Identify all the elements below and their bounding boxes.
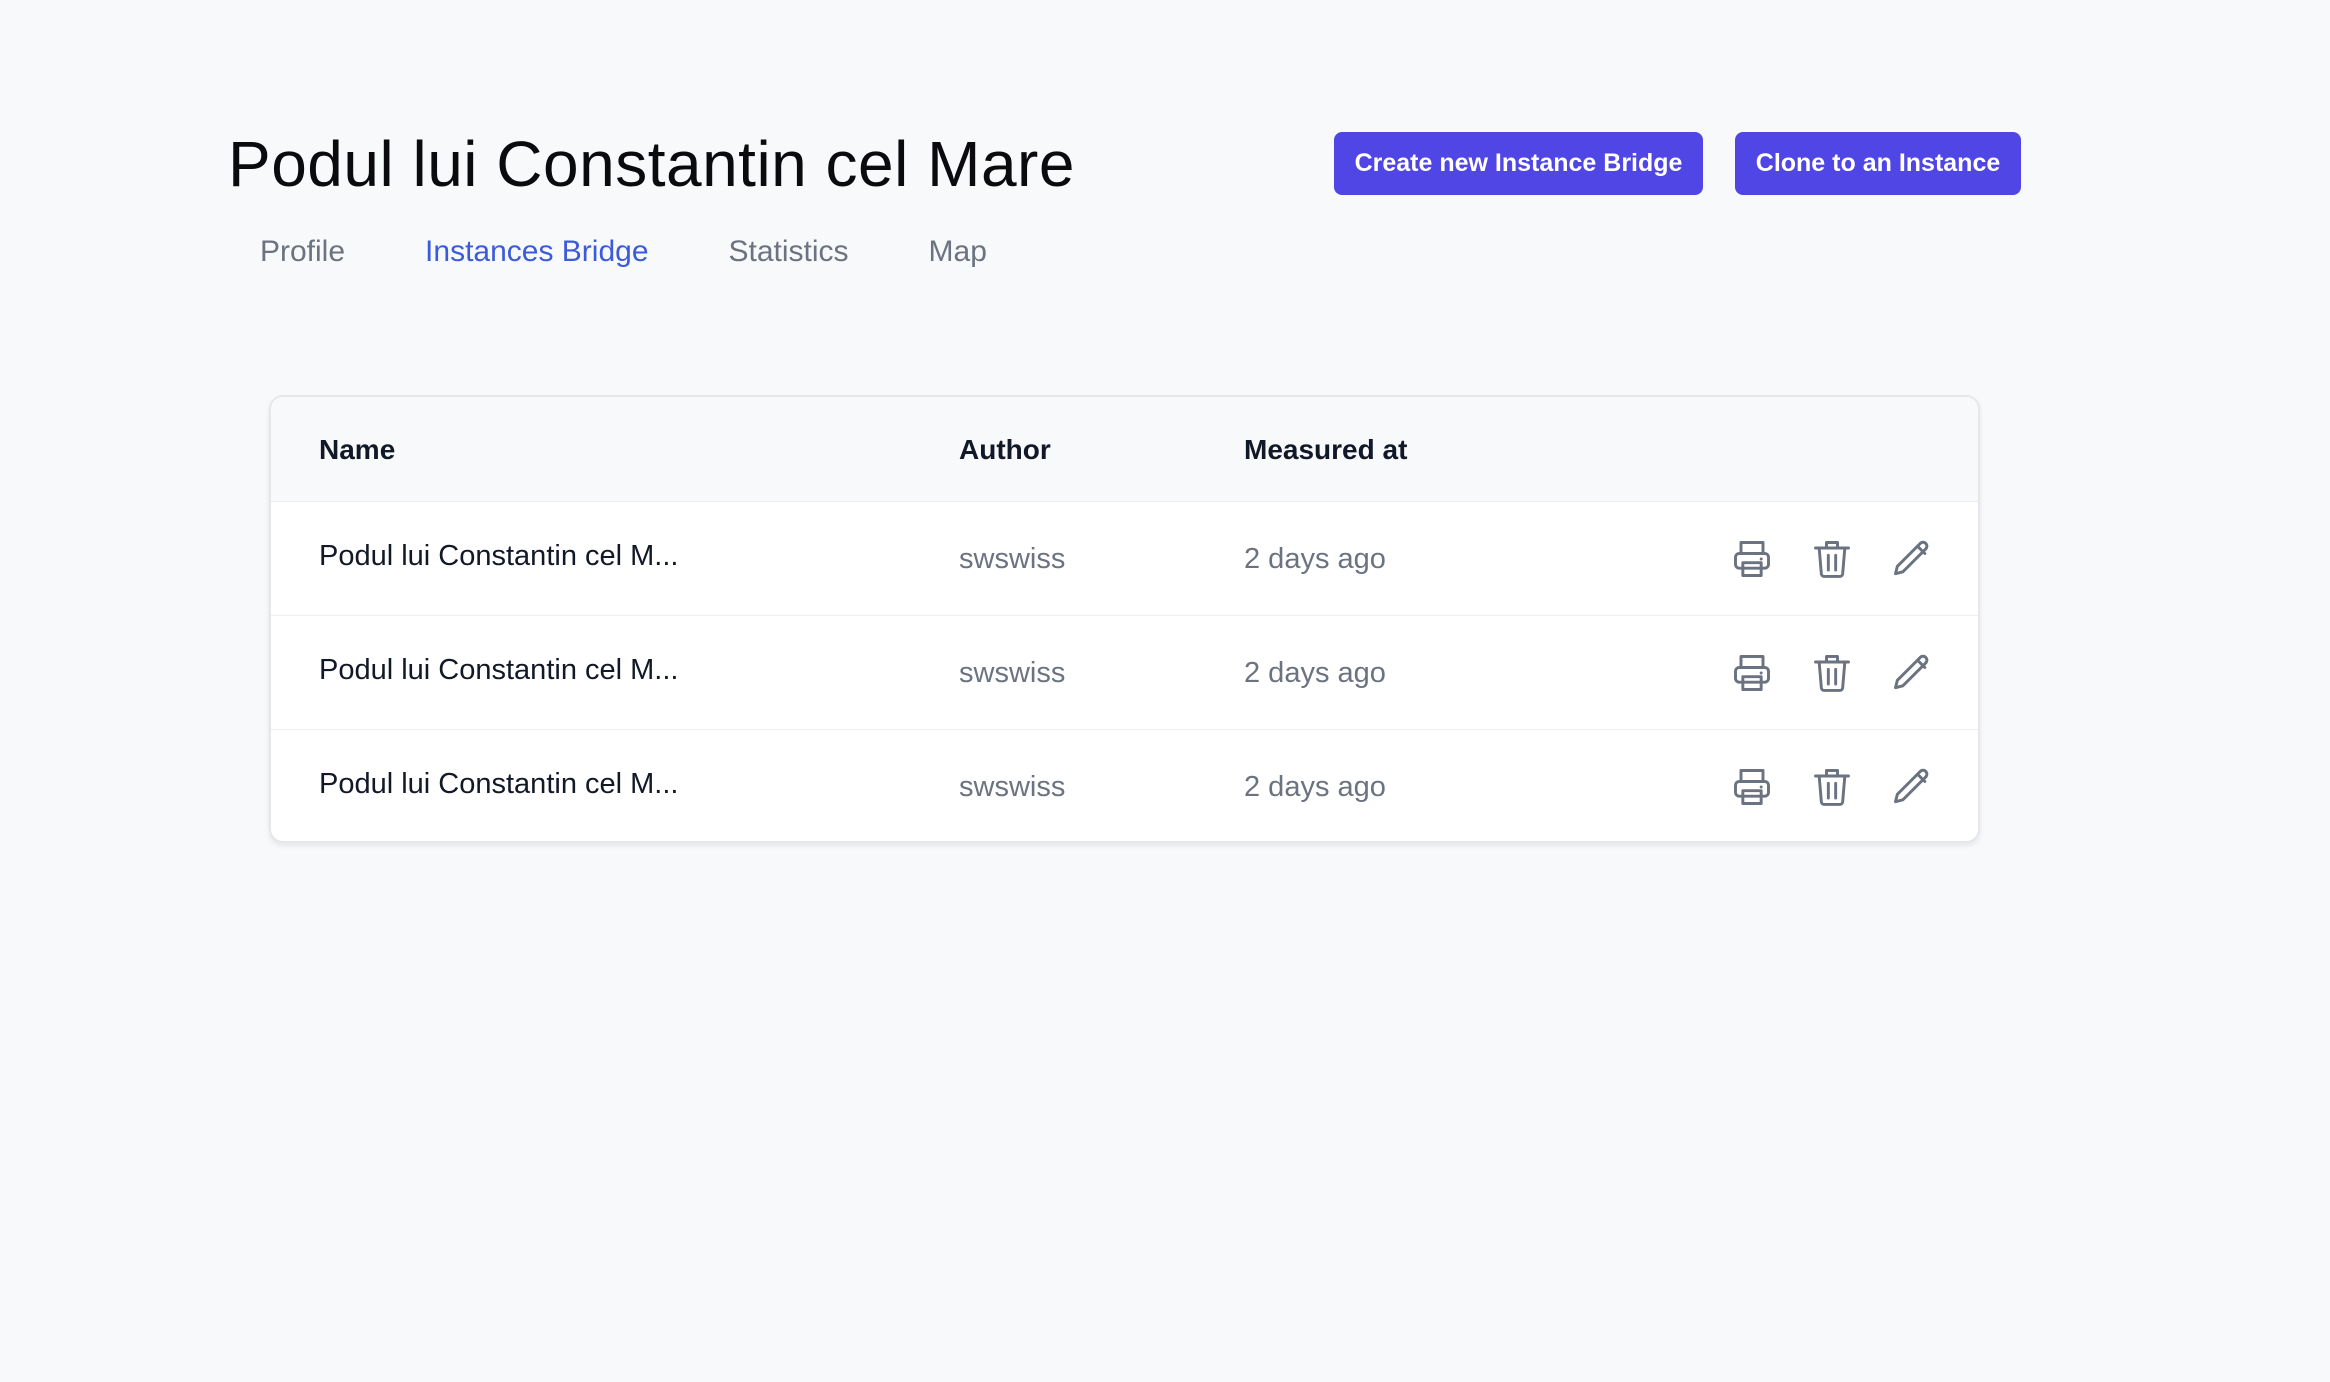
tab-map[interactable]: Map <box>929 228 987 276</box>
row-author: swswiss <box>959 543 1066 575</box>
trash-icon[interactable] <box>1810 651 1854 695</box>
row-actions <box>1730 616 1934 730</box>
tab-statistics[interactable]: Statistics <box>729 228 849 276</box>
row-author: swswiss <box>959 657 1066 689</box>
instances-table: Name Author Measured at Podul lui Consta… <box>269 395 1980 843</box>
printer-icon[interactable] <box>1730 537 1774 581</box>
printer-icon[interactable] <box>1730 765 1774 809</box>
pencil-icon[interactable] <box>1890 765 1934 809</box>
row-name[interactable]: Podul lui Constantin cel M... <box>319 730 678 838</box>
tab-instances-bridge[interactable]: Instances Bridge <box>425 228 648 276</box>
table-row: Podul lui Constantin cel M... swswiss 2 … <box>271 502 1978 616</box>
tab-bar: Profile Instances Bridge Statistics Map <box>260 228 1067 276</box>
row-measured-at: 2 days ago <box>1244 543 1386 575</box>
row-actions <box>1730 730 1934 841</box>
trash-icon[interactable] <box>1810 537 1854 581</box>
row-measured-at: 2 days ago <box>1244 771 1386 803</box>
table-row: Podul lui Constantin cel M... swswiss 2 … <box>271 616 1978 730</box>
row-measured-at: 2 days ago <box>1244 657 1386 689</box>
pencil-icon[interactable] <box>1890 651 1934 695</box>
pencil-icon[interactable] <box>1890 537 1934 581</box>
row-author: swswiss <box>959 771 1066 803</box>
table-header: Name Author Measured at <box>271 397 1978 502</box>
page-title: Podul lui Constantin cel Mare <box>228 128 1075 200</box>
column-header-author: Author <box>959 434 1051 465</box>
row-name[interactable]: Podul lui Constantin cel M... <box>319 616 678 724</box>
trash-icon[interactable] <box>1810 765 1854 809</box>
clone-to-instance-button[interactable]: Clone to an Instance <box>1735 132 2021 195</box>
header-actions: Create new Instance Bridge Clone to an I… <box>1334 132 2021 195</box>
row-name[interactable]: Podul lui Constantin cel M... <box>319 502 678 610</box>
column-header-name: Name <box>319 434 396 465</box>
printer-icon[interactable] <box>1730 651 1774 695</box>
column-header-measured-at: Measured at <box>1244 434 1408 465</box>
tab-profile[interactable]: Profile <box>260 228 345 276</box>
create-instance-bridge-button[interactable]: Create new Instance Bridge <box>1334 132 1703 195</box>
table-row: Podul lui Constantin cel M... swswiss 2 … <box>271 730 1978 841</box>
row-actions <box>1730 502 1934 616</box>
